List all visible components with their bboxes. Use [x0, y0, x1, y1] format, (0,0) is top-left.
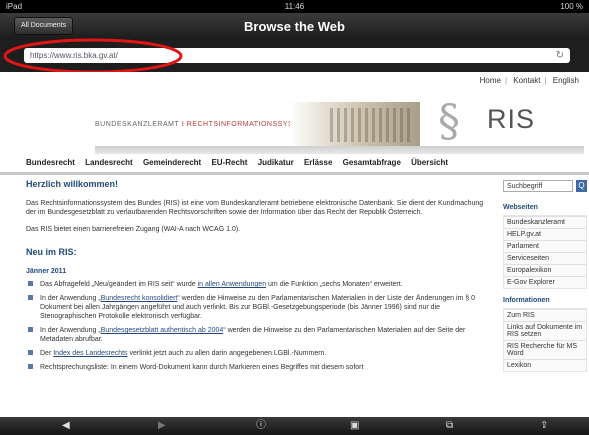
- news-text: Das Abfragefeld „Neu/geändert im RIS sei…: [40, 281, 198, 288]
- main-navigation: Bundesrecht Landesrecht Gemeinderecht EU…: [0, 158, 589, 175]
- nav-eu-recht[interactable]: EU-Recht: [211, 158, 247, 167]
- news-item: In der Anwendung „Bundesgesetzblatt auth…: [26, 326, 486, 344]
- nav-bundesrecht[interactable]: Bundesrecht: [26, 158, 75, 167]
- accessibility-paragraph: Das RIS bietet einen barrierefreien Zuga…: [26, 226, 241, 233]
- main-content: Herzlich willkommen! Das Rechtsinformati…: [26, 180, 486, 377]
- news-text: Der: [40, 350, 54, 357]
- page-title: Browse the Web: [244, 19, 345, 34]
- site-banner: BUNDESKANZLERAMT ⁝ RECHTSINFORMATIONSSYS…: [95, 96, 565, 148]
- sidebar-link-links-setzen[interactable]: Links auf Dokumente im RIS setzen: [504, 321, 586, 340]
- news-item: In der Anwendung „Bundesrecht konsolidie…: [26, 294, 486, 321]
- sidebar-link-serviceseiten[interactable]: Serviceseiten: [504, 252, 586, 264]
- news-text: In der Anwendung „: [40, 295, 101, 302]
- clock: 11:46: [284, 2, 305, 11]
- bullet-icon: [28, 350, 33, 355]
- banner-photo: [290, 102, 420, 148]
- sidebar-link-europalexikon[interactable]: Europalexikon: [504, 264, 586, 276]
- nav-uebersicht[interactable]: Übersicht: [411, 158, 448, 167]
- sidebar-link-bundeskanzleramt[interactable]: Bundeskanzleramt: [504, 216, 586, 228]
- paragraph-symbol-icon: §: [438, 96, 460, 147]
- news-heading: Neu im RIS:: [26, 247, 77, 257]
- status-bar: iPad 11:46 100 %: [0, 0, 589, 13]
- news-list: Das Abfragefeld „Neu/geändert im RIS sei…: [26, 280, 486, 372]
- reload-icon[interactable]: ↻: [556, 48, 564, 63]
- bottom-toolbar: ◀ ▶ ⓘ ▣ ⧉ ⇪: [0, 417, 589, 435]
- news-date: Jänner 2011: [26, 268, 67, 275]
- bullet-icon: [28, 364, 33, 369]
- news-text: verlinkt jetzt auch zu allen darin angeg…: [127, 350, 327, 357]
- home-link[interactable]: Home: [480, 76, 501, 85]
- sidebar-link-lexikon[interactable]: Lexikon: [504, 359, 586, 371]
- search-button[interactable]: Q: [576, 180, 587, 192]
- bullet-icon: [28, 327, 33, 332]
- search-row: Suchbegriff Q: [503, 180, 587, 194]
- annotation-ellipse: [3, 38, 183, 74]
- information-heading: Informationen: [503, 297, 550, 304]
- search-input[interactable]: Suchbegriff: [503, 180, 573, 192]
- save-icon[interactable]: ▣: [350, 417, 359, 435]
- nav-erlaesse[interactable]: Erlässe: [304, 158, 332, 167]
- sidebar-link-help[interactable]: HELP.gv.at: [504, 228, 586, 240]
- top-links: Home | Kontakt | English: [479, 76, 579, 85]
- bundeskanzleramt-label: BUNDESKANZLERAMT: [95, 121, 180, 128]
- nav-judikatur[interactable]: Judikatur: [258, 158, 294, 167]
- news-item: Das Abfragefeld „Neu/geändert im RIS sei…: [26, 280, 486, 289]
- bullet-icon: [28, 281, 33, 286]
- news-link[interactable]: Bundesgesetzblatt authentisch ab 2004: [101, 327, 224, 334]
- bullet-icon: [28, 295, 33, 300]
- news-link[interactable]: Bundesrecht konsolidiert: [101, 295, 178, 302]
- ris-logo: RIS: [487, 104, 536, 134]
- sidebar-link-ms-word[interactable]: RIS Recherche für MS Word: [504, 340, 586, 359]
- battery-indicator: 100 %: [560, 2, 583, 11]
- news-link[interactable]: in allen Anwendungen: [198, 281, 267, 288]
- forward-icon[interactable]: ▶: [158, 417, 166, 435]
- welcome-paragraph: Das Rechtsinformationssystem des Bundes …: [26, 200, 484, 216]
- sidebar: Suchbegriff Q Webseiten Bundeskanzleramt…: [503, 180, 587, 380]
- websites-heading: Webseiten: [503, 204, 538, 211]
- welcome-heading: Herzlich willkommen!: [26, 179, 119, 189]
- banner-divider: [95, 146, 584, 154]
- news-text: In der Anwendung „: [40, 327, 101, 334]
- sidebar-link-parlament[interactable]: Parlament: [504, 240, 586, 252]
- sidebar-link-egov-explorer[interactable]: E-Gov Explorer: [504, 276, 586, 288]
- banner-text: BUNDESKANZLERAMT ⁝ RECHTSINFORMATIONSSYS…: [95, 120, 309, 128]
- news-text: um die Funktion „sechs Monaten“ erweiter…: [266, 281, 403, 288]
- english-link[interactable]: English: [553, 76, 579, 85]
- nav-landesrecht[interactable]: Landesrecht: [85, 158, 133, 167]
- websites-list: Bundeskanzleramt HELP.gv.at Parlament Se…: [503, 215, 587, 289]
- back-icon[interactable]: ◀: [62, 417, 70, 435]
- open-icon[interactable]: ⧉: [446, 417, 453, 435]
- nav-gemeinderecht[interactable]: Gemeinderecht: [143, 158, 201, 167]
- nav-gesamtabfrage[interactable]: Gesamtabfrage: [343, 158, 401, 167]
- information-list: Zum RIS Links auf Dokumente im RIS setze…: [503, 308, 587, 372]
- sidebar-link-zum-ris[interactable]: Zum RIS: [504, 309, 586, 321]
- news-item: Der Index des Landesrechts verlinkt jetz…: [26, 349, 486, 358]
- news-link[interactable]: Index des Landesrechts: [53, 350, 127, 357]
- news-item: Rechtsprechungsliste: In einem Word-Doku…: [26, 363, 486, 372]
- info-icon[interactable]: ⓘ: [256, 417, 266, 435]
- web-view: Home | Kontakt | English BUNDESKANZLERAMT …: [0, 72, 589, 417]
- share-icon[interactable]: ⇪: [540, 417, 548, 435]
- news-text: Rechtsprechungsliste: In einem Word-Doku…: [40, 364, 364, 371]
- contact-link[interactable]: Kontakt: [513, 76, 540, 85]
